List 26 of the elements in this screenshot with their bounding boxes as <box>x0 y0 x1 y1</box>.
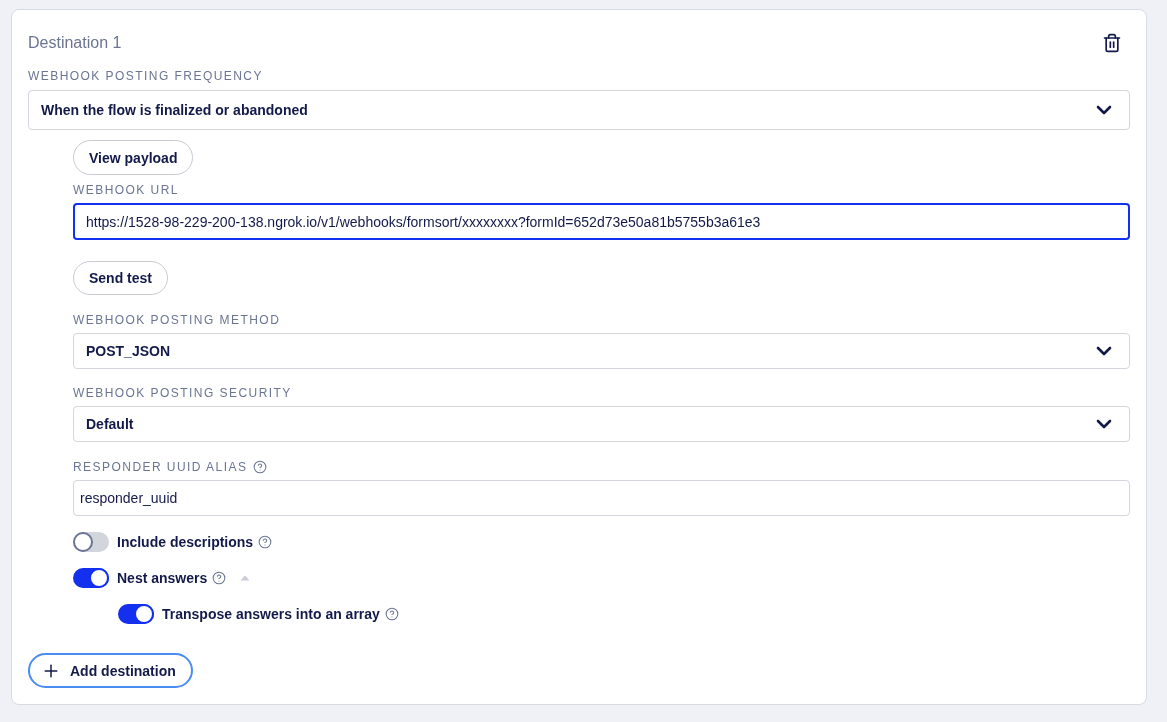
send-test-button[interactable]: Send test <box>73 261 168 295</box>
field-label: WEBHOOK URL <box>73 183 179 197</box>
help-icon <box>212 571 227 585</box>
toggle-label: Include descriptions <box>117 534 254 550</box>
destination-title: Destination 1 <box>28 34 122 52</box>
field-label: WEBHOOK POSTING FREQUENCY <box>28 69 263 83</box>
toggle-switch[interactable] <box>118 604 154 624</box>
help-icon <box>258 535 273 549</box>
dropdown-select[interactable]: POST_JSON <box>73 333 1130 369</box>
trash-icon <box>1102 33 1122 53</box>
toggle-switch[interactable] <box>73 568 109 588</box>
add-destination-button[interactable]: Add destination <box>28 653 193 688</box>
dropdown-select[interactable]: When the flow is finalized or abandoned <box>28 90 1130 130</box>
toggle-label: Transpose answers into an array <box>162 606 380 622</box>
toggle-switch[interactable] <box>73 532 109 552</box>
delete-button[interactable] <box>1102 33 1122 53</box>
help-icon <box>253 460 268 474</box>
dropdown-select[interactable]: Default <box>73 406 1130 442</box>
field-label: WEBHOOK POSTING METHOD <box>73 313 281 327</box>
field-label: RESPONDER UUID ALIAS <box>73 460 248 474</box>
help-icon <box>384 607 399 621</box>
toggle-label: Nest answers <box>117 570 208 586</box>
field-label: WEBHOOK POSTING SECURITY <box>73 386 292 400</box>
view-payload-button[interactable]: View payload <box>73 140 194 175</box>
text-input[interactable]: responder_uuid <box>73 480 1130 516</box>
url-input[interactable]: https://1528-98-229-200-138.ngrok.io/v1/webhooks/formsort/xxxxxxxx?formId=652d73e50a81b5755b3a61e3 <box>73 203 1130 240</box>
